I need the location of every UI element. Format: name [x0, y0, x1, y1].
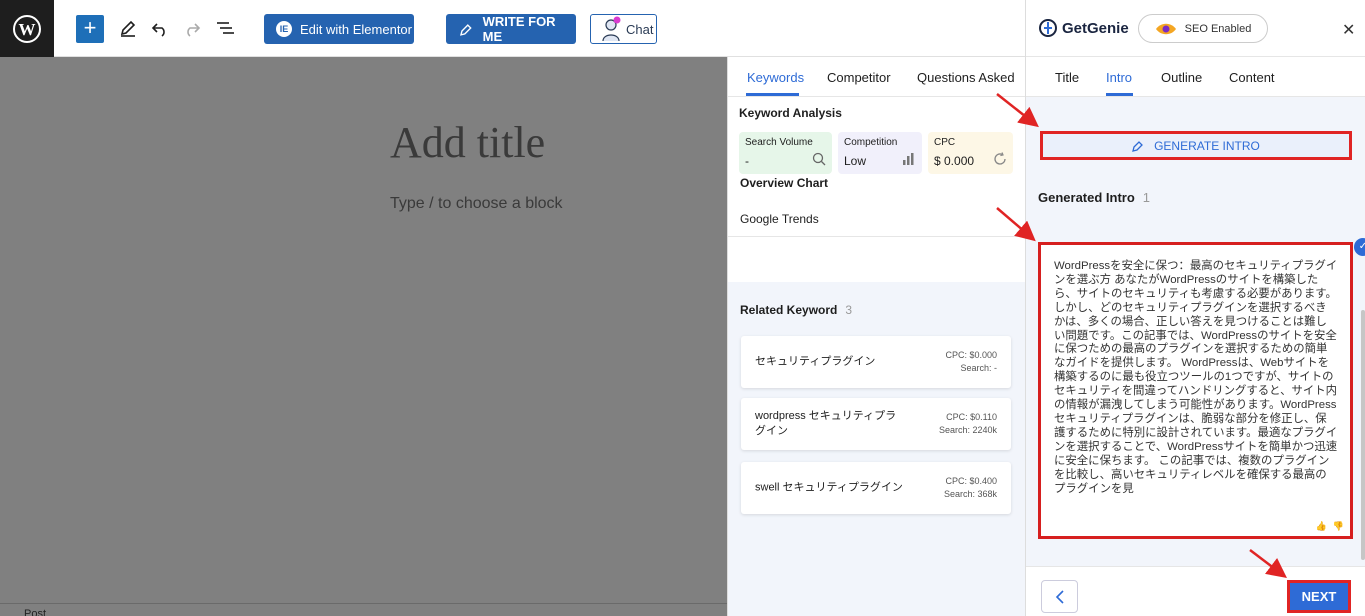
metric-search-volume: Search Volume -: [739, 132, 832, 174]
breadcrumb-post[interactable]: Post: [24, 608, 46, 616]
app-window: W + IE Edit with Elementor WRITE FOR ME: [0, 0, 1365, 616]
seo-eye-icon: [1155, 23, 1176, 34]
editor-canvas: Add title Type / to choose a block Post: [0, 57, 727, 616]
related-keyword-cpc: CPC: $0.110: [946, 412, 997, 422]
seo-enabled-badge[interactable]: SEO Enabled: [1138, 14, 1268, 43]
related-keyword-search: Search: 368k: [943, 489, 997, 499]
genie-tabs: Title Intro Outline Content: [1026, 57, 1365, 97]
getgenie-panel: GetGenie SEO Enabled ✕ Title Intro Outli…: [1025, 0, 1365, 616]
close-icon[interactable]: ✕: [1342, 20, 1355, 40]
related-keyword-meta: CPC: $0.110 Search: 2240k: [939, 411, 997, 437]
generated-intro-card[interactable]: WordPressを安全に保つ：最高のセキュリティプラグインを選ぶ方 あなたがW…: [1038, 238, 1365, 539]
related-keyword-name: セキュリティプラグイン: [755, 355, 876, 368]
chat-button-label: Chat: [626, 21, 654, 37]
tab-intro[interactable]: Intro: [1106, 70, 1132, 85]
next-button[interactable]: NEXT: [1287, 580, 1351, 613]
tab-title[interactable]: Title: [1055, 70, 1079, 85]
thumbs-down-icon[interactable]: 👎: [1333, 521, 1344, 532]
svg-text:W: W: [19, 20, 36, 39]
tab-outline[interactable]: Outline: [1161, 70, 1202, 85]
related-keyword-cpc: CPC: $0.400: [945, 476, 997, 486]
selected-check-icon: ✓: [1354, 238, 1365, 256]
chevron-left-icon: [1055, 589, 1064, 604]
seo-enabled-label: SEO Enabled: [1184, 22, 1252, 35]
write-button-label: WRITE FOR ME: [482, 14, 556, 44]
related-keyword-name: swell セキュリティプラグイン: [755, 481, 903, 494]
related-keyword-count: 3: [845, 303, 853, 317]
related-keyword-card[interactable]: セキュリティプラグイン CPC: $0.000 Search: -: [741, 336, 1011, 388]
genie-footer: NEXT: [1026, 566, 1365, 616]
metric-value: Low: [844, 154, 867, 168]
metric-competition: Competition Low: [838, 132, 922, 174]
wordpress-logo-icon[interactable]: W: [0, 0, 54, 57]
metric-value: $ 0.000: [934, 154, 975, 168]
tab-keywords[interactable]: Keywords: [747, 70, 804, 85]
keyword-analysis-heading: Keyword Analysis: [739, 106, 842, 120]
google-trends-heading[interactable]: Google Trends: [740, 212, 819, 226]
tab-questions-asked[interactable]: Questions Asked: [917, 70, 1015, 85]
editor-toolbar: W + IE Edit with Elementor WRITE FOR ME: [0, 0, 1025, 57]
bar-chart-icon: [902, 152, 916, 169]
editor-status-bar: Post: [0, 603, 727, 616]
active-tab-indicator: [746, 93, 799, 96]
document-outline-icon[interactable]: [213, 16, 237, 40]
feedback-actions: 👍 👎: [1316, 521, 1344, 532]
generated-intro-heading: Generated Intro 1: [1038, 190, 1150, 205]
related-keyword-meta: CPC: $0.000 Search: -: [945, 349, 997, 375]
panel-scrollbar[interactable]: [1361, 310, 1365, 560]
divider: [728, 236, 1026, 237]
tab-content[interactable]: Content: [1229, 70, 1275, 85]
redo-icon[interactable]: [180, 16, 204, 40]
pen-icon: [1132, 140, 1144, 152]
dollar-cycle-icon: [993, 152, 1007, 169]
search-icon: [812, 152, 826, 169]
getgenie-logo: GetGenie: [1038, 18, 1129, 38]
generated-intro-label: Generated Intro: [1038, 190, 1135, 205]
post-title-placeholder[interactable]: Add title: [390, 117, 545, 168]
add-block-button[interactable]: +: [76, 15, 104, 43]
related-keyword-search: Search: 2240k: [938, 425, 997, 435]
related-keyword-meta: CPC: $0.400 Search: 368k: [944, 475, 997, 501]
keyword-panel-top: Keywords Competitor Questions Asked Keyw…: [728, 57, 1026, 282]
generate-intro-label: GENERATE INTRO: [1154, 138, 1260, 153]
related-keyword-card[interactable]: swell セキュリティプラグイン CPC: $0.400 Search: 36…: [741, 462, 1011, 514]
related-keyword-label: Related Keyword: [740, 303, 838, 317]
genie-avatar-icon: [602, 16, 621, 42]
block-hint[interactable]: Type / to choose a block: [390, 195, 563, 213]
related-keyword-cpc: CPC: $0.000: [945, 350, 997, 360]
edit-with-elementor-button[interactable]: IE Edit with Elementor: [264, 14, 414, 44]
genie-logo-icon: [1039, 19, 1057, 37]
generate-intro-button[interactable]: GENERATE INTRO: [1040, 131, 1352, 160]
keyword-tabs: Keywords Competitor Questions Asked: [728, 57, 1026, 97]
elementor-button-label: Edit with Elementor: [300, 21, 412, 37]
related-keyword-card[interactable]: wordpress セキュリティプラグイン CPC: $0.110 Search…: [741, 398, 1011, 450]
active-tab-indicator: [1106, 93, 1133, 96]
elementor-icon: IE: [276, 21, 292, 37]
metric-label: CPC: [934, 137, 956, 148]
related-keyword-name: wordpress セキュリティプラグイン: [755, 410, 897, 437]
related-keyword-search: Search: -: [960, 363, 997, 373]
metric-label: Search Volume: [745, 137, 813, 148]
metric-value: -: [745, 154, 749, 168]
getgenie-brand: GetGenie: [1062, 19, 1129, 37]
pencil-icon[interactable]: [116, 16, 140, 40]
pen-icon: [460, 23, 472, 36]
metric-cpc: CPC $ 0.000: [928, 132, 1013, 174]
related-keyword-heading: Related Keyword 3: [740, 303, 852, 317]
write-for-me-button[interactable]: WRITE FOR ME: [446, 14, 576, 44]
generated-intro-count: 1: [1142, 190, 1151, 205]
undo-icon[interactable]: [148, 16, 172, 40]
overview-chart-heading[interactable]: Overview Chart: [740, 176, 828, 190]
thumbs-up-icon[interactable]: 👍: [1316, 521, 1327, 532]
metric-label: Competition: [844, 137, 898, 148]
chat-button[interactable]: Chat: [590, 14, 657, 44]
generated-intro-text: WordPressを安全に保つ：最高のセキュリティプラグインを選ぶ方 あなたがW…: [1054, 260, 1338, 495]
getgenie-header: GetGenie SEO Enabled ✕: [1026, 0, 1365, 57]
back-button[interactable]: [1041, 580, 1078, 613]
tab-competitor[interactable]: Competitor: [827, 70, 891, 85]
keyword-panel: Keywords Competitor Questions Asked Keyw…: [727, 57, 1026, 616]
